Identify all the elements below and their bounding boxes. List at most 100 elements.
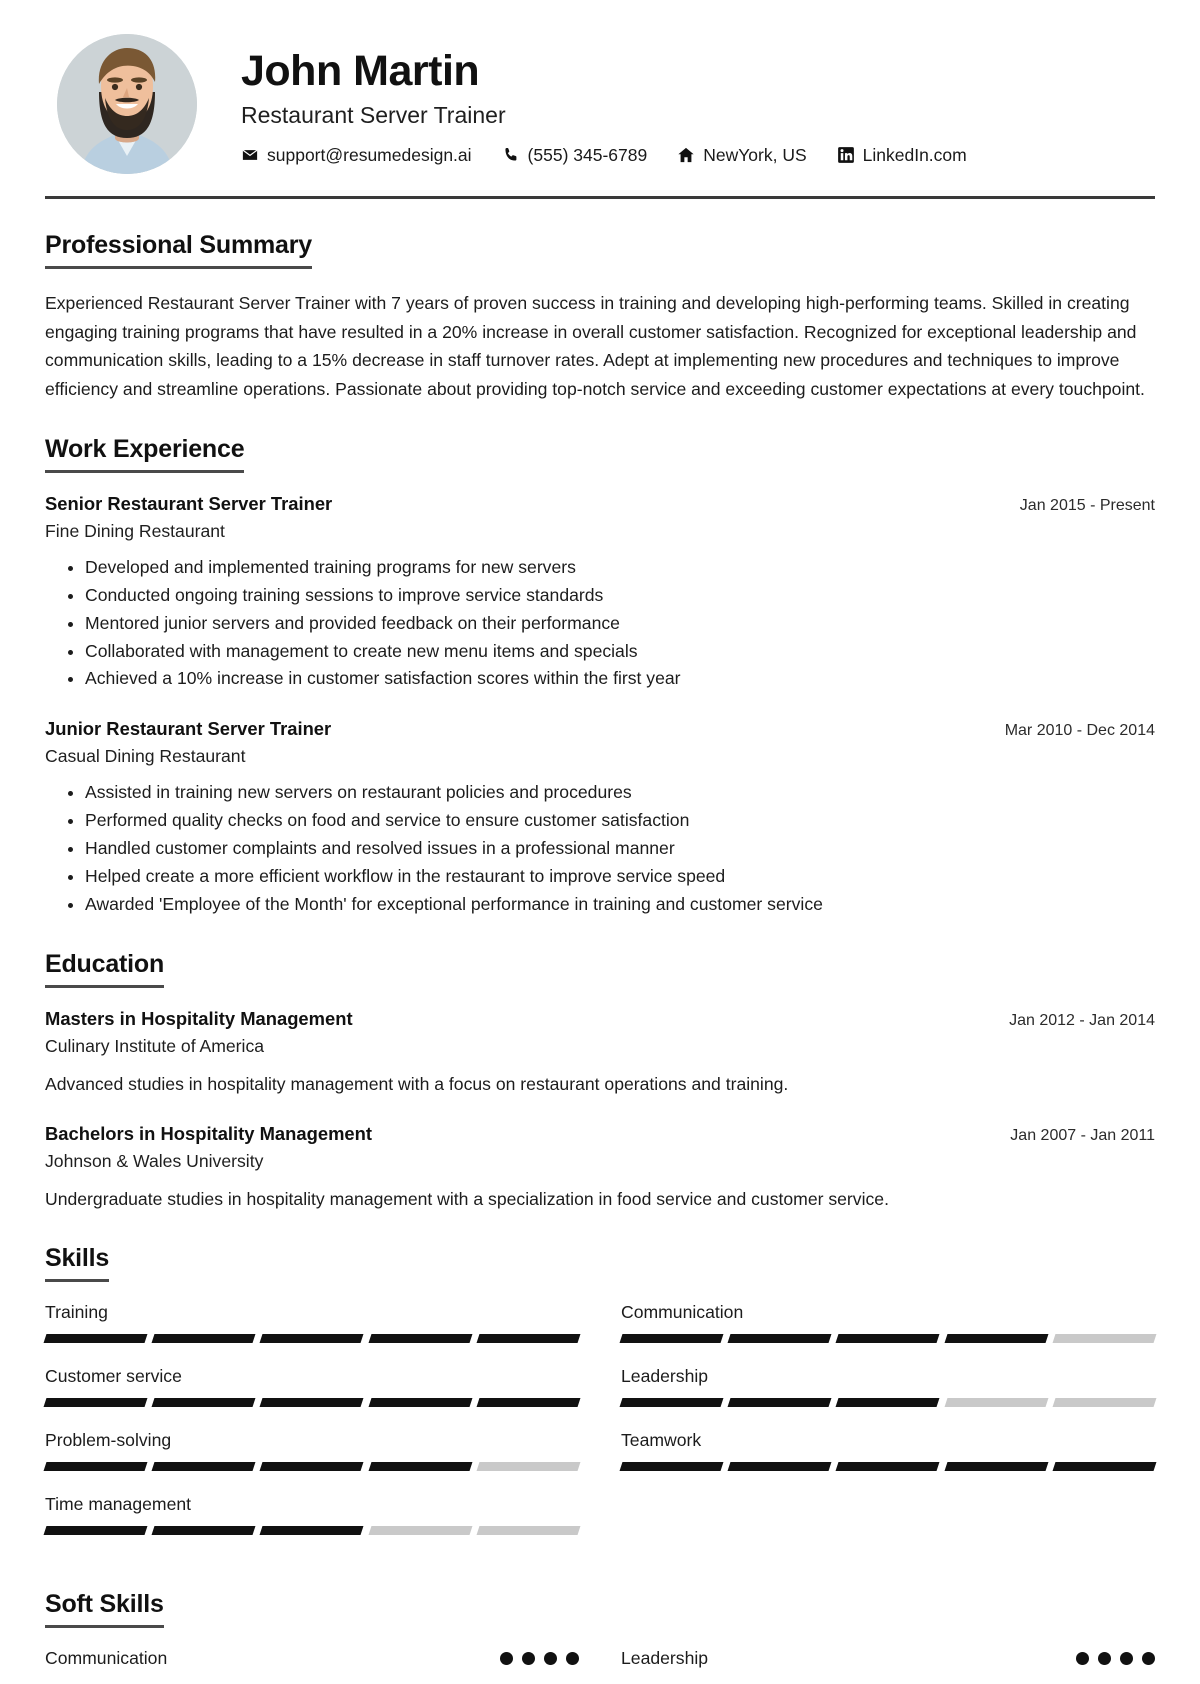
skill-label: Leadership [621, 1366, 709, 1387]
skill-bar-segment [368, 1526, 473, 1536]
soft-skills-grid: Communication Leadership [45, 1648, 1155, 1669]
skill-label: Communication [621, 1302, 744, 1323]
soft-skill-label: Leadership [621, 1648, 709, 1669]
skill-bar-segment [43, 1398, 148, 1408]
skill-level-bar [619, 1398, 1157, 1408]
skill-label: Training [45, 1302, 108, 1323]
skill-bar-segment [619, 1398, 724, 1408]
skill-level-bar [43, 1462, 581, 1472]
skill-bar-segment [944, 1462, 1049, 1472]
rating-dot [1098, 1652, 1111, 1666]
section-title-education: Education [45, 950, 164, 988]
list-item: Conducted ongoing training sessions to i… [85, 583, 1155, 609]
work-date-range: Mar 2010 - Dec 2014 [1004, 722, 1155, 740]
skill-bar-segment [944, 1334, 1049, 1344]
education-entry: Masters in Hospitality Management Jan 20… [45, 1008, 1155, 1097]
work-bullet-list: Developed and implemented training progr… [45, 555, 1155, 692]
skill-item: Teamwork [619, 1430, 1157, 1472]
soft-skill-rating [500, 1652, 579, 1666]
section-title-work: Work Experience [45, 435, 245, 473]
contact-email-text: support@resumedesign.ai [267, 144, 472, 165]
skill-bar-segment [368, 1398, 473, 1408]
rating-dot [1142, 1652, 1155, 1666]
skill-bar-segment [259, 1334, 365, 1344]
skill-item: Customer service [43, 1366, 581, 1408]
skill-label: Teamwork [621, 1430, 702, 1451]
rating-dot [500, 1652, 513, 1666]
rating-dot [544, 1652, 557, 1666]
skill-bar-segment [476, 1334, 581, 1344]
skill-bar-segment [368, 1462, 473, 1472]
skill-level-bar [619, 1462, 1157, 1472]
summary-text: Experienced Restaurant Server Trainer wi… [45, 293, 1145, 399]
section-professional-summary: Professional Summary Experienced Restaur… [45, 231, 1155, 403]
education-school: Johnson & Wales University [45, 1150, 264, 1171]
work-entry: Junior Restaurant Server Trainer Mar 201… [45, 718, 1155, 917]
work-company: Fine Dining Restaurant [45, 521, 225, 541]
work-entry: Senior Restaurant Server Trainer Jan 201… [45, 493, 1155, 692]
contact-linkedin[interactable]: LinkedIn.com [837, 145, 967, 166]
phone-icon [502, 146, 520, 164]
list-item: Mentored junior servers and provided fee… [85, 611, 1155, 637]
list-item: Handled customer complaints and resolved… [85, 836, 1155, 862]
page-title: John Martin [241, 47, 480, 96]
contact-phone[interactable]: (555) 345-6789 [502, 144, 648, 166]
section-title-skills: Skills [45, 1244, 109, 1283]
skill-bar-segment [151, 1398, 256, 1408]
education-degree: Masters in Hospitality Management [45, 1007, 353, 1029]
skill-bar-segment [259, 1462, 365, 1472]
skill-item: Leadership [619, 1366, 1157, 1408]
skill-bar-segment [476, 1462, 581, 1472]
skill-level-bar [43, 1334, 581, 1344]
email-icon [241, 146, 259, 164]
home-icon [677, 146, 695, 164]
contact-email[interactable]: support@resumedesign.ai [241, 145, 472, 166]
skill-bar-segment [476, 1398, 581, 1408]
skill-label: Problem-solving [45, 1430, 172, 1451]
skill-item: Training [43, 1302, 581, 1344]
contact-row: support@resumedesign.ai (555) 345-6789 N… [241, 145, 967, 166]
section-work-experience: Work Experience Senior Restaurant Server… [45, 435, 1155, 918]
skill-label: Customer service [45, 1366, 182, 1387]
skill-bar-segment [259, 1526, 365, 1536]
soft-skill-item: Leadership [621, 1648, 1155, 1669]
skill-bar-segment [259, 1398, 365, 1408]
header-text-block: John Martin Restaurant Server Trainer su… [241, 42, 967, 165]
section-soft-skills: Soft Skills Communication Leadership [45, 1590, 1155, 1669]
skill-bar-segment [151, 1334, 256, 1344]
skill-bar-segment [43, 1334, 148, 1344]
contact-phone-text: (555) 345-6789 [527, 144, 648, 165]
section-skills: Skills Training Communication Customer ser… [43, 1244, 1157, 1558]
work-job-title: Senior Restaurant Server Trainer [45, 493, 333, 514]
skill-label: Time management [45, 1494, 192, 1515]
list-item: Awarded 'Employee of the Month' for exce… [85, 892, 1155, 918]
skill-bar-segment [835, 1398, 941, 1408]
contact-linkedin-text: LinkedIn.com [862, 144, 967, 165]
section-education: Education Masters in Hospitality Managem… [45, 950, 1155, 1213]
work-job-title: Junior Restaurant Server Trainer [45, 718, 332, 740]
skill-bar-segment [727, 1398, 832, 1408]
skill-bar-segment [43, 1462, 148, 1472]
rating-dot [1120, 1652, 1133, 1666]
education-school: Culinary Institute of America [45, 1035, 265, 1056]
list-item: Developed and implemented training progr… [85, 555, 1155, 581]
list-item: Collaborated with management to create n… [85, 639, 1155, 665]
soft-skill-rating [1076, 1652, 1155, 1666]
avatar [57, 34, 197, 174]
education-date-range: Jan 2012 - Jan 2014 [1009, 1011, 1155, 1029]
skill-bar-segment [944, 1398, 1049, 1408]
skill-bar-segment [1052, 1334, 1157, 1344]
linkedin-icon [837, 146, 855, 164]
skill-bar-segment [619, 1334, 724, 1344]
list-item: Performed quality checks on food and ser… [85, 808, 1155, 834]
skill-bar-segment [835, 1462, 941, 1472]
skill-bar-segment [1052, 1462, 1157, 1472]
skill-bar-segment [151, 1526, 256, 1536]
work-date-range: Jan 2015 - Present [1019, 497, 1155, 514]
contact-location[interactable]: NewYork, US [677, 144, 807, 166]
education-date-range: Jan 2007 - Jan 2011 [1010, 1126, 1155, 1144]
education-description: Undergraduate studies in hospitality man… [45, 1188, 889, 1209]
skills-grid: Training Communication Customer service Lea… [43, 1302, 1157, 1558]
skill-bar-segment [727, 1334, 832, 1344]
contact-location-text: NewYork, US [703, 144, 807, 165]
